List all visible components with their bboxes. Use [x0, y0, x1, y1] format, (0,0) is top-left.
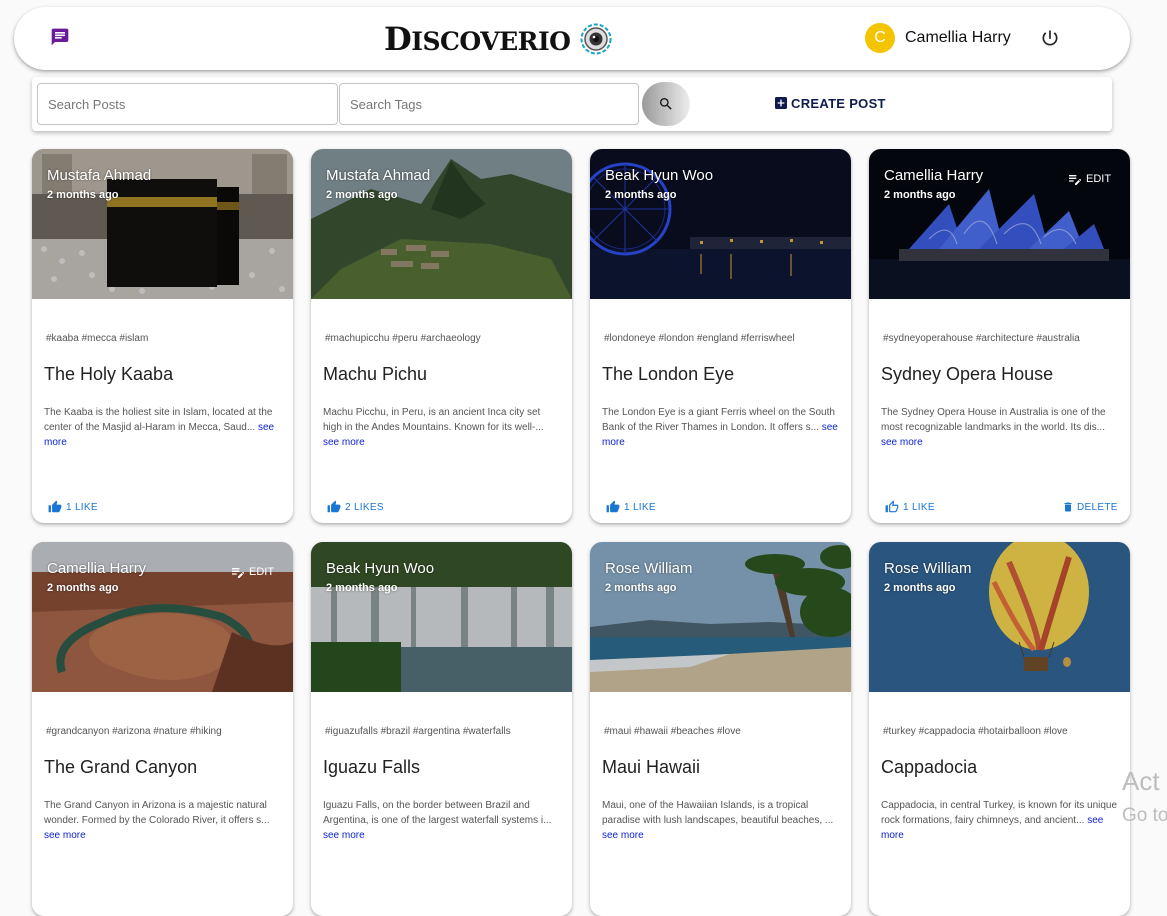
search-toolbar: CREATE POST	[32, 77, 1112, 131]
see-more-link[interactable]: see more	[323, 437, 365, 448]
see-more-link[interactable]: see more	[602, 830, 644, 841]
like-button[interactable]: 1 LIKE	[885, 500, 935, 514]
search-tags-input[interactable]	[339, 83, 639, 125]
app-header: DISCOVERIO C Camellia Harry	[14, 7, 1130, 70]
search-posts-input[interactable]	[37, 83, 338, 125]
thumb-up-icon	[606, 500, 620, 513]
post-time: 2 months ago	[605, 582, 677, 594]
search-icon	[660, 98, 672, 110]
post-card[interactable]: Mustafa Ahmad 2 months ago #kaaba #mecca…	[32, 149, 293, 523]
post-time: 2 months ago	[47, 189, 119, 201]
edit-button[interactable]: EDIT	[230, 564, 274, 580]
thumb-up-outline-icon	[885, 500, 899, 513]
thumb-up-icon	[327, 500, 341, 513]
post-description: The Sydney Opera House in Australia is o…	[881, 407, 1106, 448]
edit-label: EDIT	[1086, 173, 1112, 185]
camera-lens-icon	[580, 23, 612, 55]
post-title: The Grand Canyon	[44, 757, 198, 777]
post-card[interactable]: Camellia Harry 2 months ago EDIT #sydney…	[869, 149, 1130, 523]
post-card[interactable]: Rose William 2 months ago #maui #hawaii …	[590, 542, 851, 916]
brand-logo[interactable]: DISCOVERIO	[384, 20, 612, 58]
post-tags: #kaaba #mecca #islam	[46, 333, 149, 344]
post-tags: #sydneyoperahouse #architecture #austral…	[883, 333, 1080, 344]
post-description: Iguazu Falls, on the border between Braz…	[323, 800, 552, 841]
post-author: Rose William	[884, 560, 972, 577]
like-count: 1 LIKE	[66, 501, 98, 513]
post-description: Cappadocia, in central Turkey, is known …	[881, 800, 1118, 841]
post-title: The London Eye	[602, 364, 735, 384]
post-title: Sydney Opera House	[881, 364, 1054, 384]
post-title: Maui Hawaii	[602, 757, 701, 777]
like-count: 1 LIKE	[624, 501, 656, 513]
user-profile[interactable]: C Camellia Harry	[865, 23, 1011, 53]
post-author: Beak Hyun Woo	[605, 167, 714, 184]
post-time: 2 months ago	[884, 189, 956, 201]
post-time: 2 months ago	[605, 189, 677, 201]
post-title: Cappadocia	[881, 757, 978, 777]
like-button[interactable]: 2 LIKES	[327, 500, 384, 514]
post-card[interactable]: Rose William 2 months ago #turkey #cappa…	[869, 542, 1130, 916]
see-more-link[interactable]: see more	[881, 437, 923, 448]
thumb-up-icon	[48, 500, 62, 513]
post-card[interactable]: Camellia Harry 2 months ago EDIT #grandc…	[32, 542, 293, 916]
post-author: Camellia Harry	[884, 167, 984, 184]
trash-icon	[1064, 502, 1072, 512]
like-count: 2 LIKES	[345, 501, 384, 513]
post-title: Machu Pichu	[323, 364, 428, 384]
post-author: Mustafa Ahmad	[326, 167, 431, 184]
post-author: Beak Hyun Woo	[326, 560, 435, 577]
logout-power-icon[interactable]	[1040, 28, 1060, 48]
post-tags: #maui #hawaii #beaches #love	[604, 726, 741, 737]
activation-watermark-subtitle: Go to	[1122, 805, 1167, 826]
post-description: The Kaaba is the holiest site in Islam, …	[44, 407, 275, 448]
like-button[interactable]: 1 LIKE	[48, 500, 98, 514]
see-more-link[interactable]: see more	[323, 830, 365, 841]
post-tags: #turkey #cappadocia #hotairballoon #love	[883, 726, 1068, 737]
post-card[interactable]: Beak Hyun Woo 2 months ago #iguazufalls …	[311, 542, 572, 916]
post-tags: #londoneye #london #england #ferriswheel	[604, 333, 795, 344]
post-description: Maui, one of the Hawaiian Islands, is a …	[602, 800, 834, 841]
post-card[interactable]: Beak Hyun Woo 2 months ago #londoneye #l…	[590, 149, 851, 523]
edit-label: EDIT	[249, 566, 275, 578]
delete-label: DELETE	[1077, 501, 1118, 513]
activation-watermark-title: Act	[1122, 766, 1160, 796]
post-author: Camellia Harry	[47, 560, 147, 577]
create-post-button[interactable]: CREATE POST	[773, 95, 886, 111]
post-time: 2 months ago	[47, 582, 119, 594]
avatar: C	[865, 23, 895, 53]
brand-name: DISCOVERIO	[384, 20, 571, 58]
edit-button[interactable]: EDIT	[1067, 171, 1111, 187]
post-author: Mustafa Ahmad	[47, 167, 152, 184]
post-title: Iguazu Falls	[323, 757, 421, 777]
edit-note-icon	[1069, 175, 1082, 185]
post-time: 2 months ago	[326, 189, 398, 201]
add-box-icon	[775, 97, 787, 109]
post-time: 2 months ago	[326, 582, 398, 594]
post-description: Machu Picchu, in Peru, is an ancient Inc…	[323, 407, 544, 448]
delete-button[interactable]: DELETE	[1062, 500, 1118, 514]
create-post-label: CREATE POST	[791, 95, 886, 111]
post-card[interactable]: Mustafa Ahmad 2 months ago #machupicchu …	[311, 149, 572, 523]
edit-note-icon	[232, 568, 245, 578]
post-tags: #machupicchu #peru #archaeology	[325, 333, 481, 344]
chat-icon[interactable]	[50, 27, 70, 47]
see-more-link[interactable]: see more	[44, 830, 86, 841]
post-tags: #iguazufalls #brazil #argentina #waterfa…	[325, 726, 511, 737]
like-count: 1 LIKE	[903, 501, 935, 513]
post-description: The London Eye is a giant Ferris wheel o…	[602, 407, 838, 448]
user-name: Camellia Harry	[905, 29, 1011, 46]
post-title: The Holy Kaaba	[44, 364, 174, 384]
post-tags: #grandcanyon #arizona #nature #hiking	[46, 726, 222, 737]
like-button[interactable]: 1 LIKE	[606, 500, 656, 514]
post-description: The Grand Canyon in Arizona is a majesti…	[44, 800, 270, 841]
post-time: 2 months ago	[884, 582, 956, 594]
post-author: Rose William	[605, 560, 693, 577]
search-button[interactable]	[642, 82, 690, 126]
